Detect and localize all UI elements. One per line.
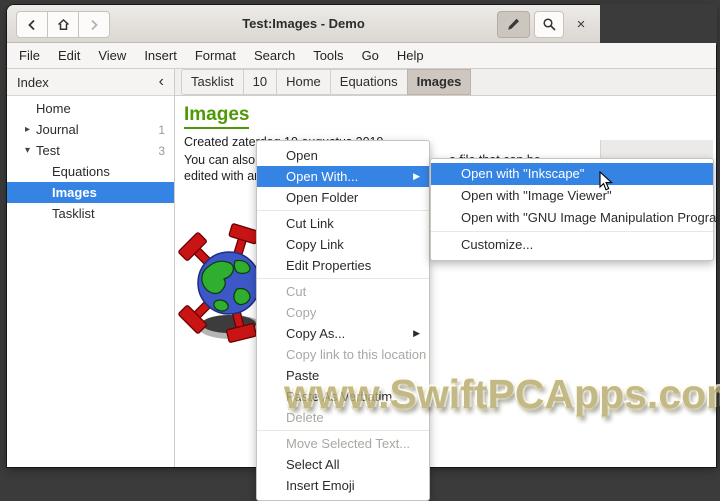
back-button[interactable] — [16, 11, 48, 38]
page-heading: Images — [184, 104, 250, 129]
sidebar-item-label: Test — [36, 143, 60, 158]
context-menu: Open Open With... ▶ Open Folder Cut Link Copy… — [256, 140, 430, 501]
sidebar-item-equations[interactable]: Equations — [7, 161, 174, 182]
home-icon — [57, 18, 69, 30]
index-header: Index ‹ — [7, 69, 174, 96]
menubar-item-tools[interactable]: Tools — [304, 43, 352, 68]
menu-item-delete: Delete — [286, 410, 324, 425]
menubar-item-search[interactable]: Search — [245, 43, 304, 68]
forward-button[interactable] — [78, 11, 110, 38]
menu-item-open-with-gnu-image-manipulation-program[interactable]: Open with "GNU Image Manipulation Progra… — [431, 207, 720, 229]
expander-collapsed-icon[interactable]: ▸ — [21, 124, 34, 135]
submenu-arrow-icon: ▶ — [413, 328, 420, 338]
close-icon: × — [576, 16, 586, 33]
sidebar-item-tasklist[interactable]: Tasklist — [7, 203, 174, 224]
menu-item-paste-as-verbatim[interactable]: Paste As Verbatim — [257, 386, 429, 407]
menubar-item-edit[interactable]: Edit — [49, 43, 89, 68]
tab-10[interactable]: 10 — [242, 69, 278, 95]
search-button[interactable] — [534, 11, 564, 38]
tab-home[interactable]: Home — [276, 69, 331, 95]
pencil-icon — [508, 18, 519, 30]
menubar-item-view[interactable]: View — [89, 43, 135, 68]
menu-item-open-with-image-viewer[interactable]: Open with "Image Viewer" — [431, 185, 713, 207]
menu-separator — [257, 210, 429, 211]
menu-separator — [257, 278, 429, 279]
menu-item-open-with[interactable]: Open With... ▶ — [257, 166, 429, 187]
home-button[interactable] — [47, 11, 79, 38]
submenu-arrow-icon: ▶ — [413, 171, 420, 181]
index-sidebar: Index ‹ Home ▸ Journal 1 ▾ Test 3 Equations Imag… — [7, 69, 175, 467]
menu-item-paste[interactable]: Paste — [257, 365, 429, 386]
menu-separator — [431, 231, 713, 232]
paragraph-fragment: edited with any — [184, 169, 268, 183]
menu-item-open-with-inkscape[interactable]: Open with "Inkscape" — [431, 163, 713, 185]
page-count-badge: 3 — [158, 143, 165, 158]
back-icon — [28, 19, 35, 30]
menu-item-select-all[interactable]: Select All — [257, 454, 429, 475]
sidebar-item-journal[interactable]: ▸ Journal 1 — [7, 119, 174, 140]
popup-shadow-band — [600, 140, 713, 158]
screenshot-dark-corner — [600, 4, 717, 45]
sidebar-item-images[interactable]: Images — [7, 182, 174, 203]
sidebar-item-label: Home — [36, 101, 71, 116]
index-title: Index — [17, 74, 49, 90]
page-count-badge: 1 — [158, 122, 165, 137]
menu-item-copy-link-to-this-location: Copy link to this location — [286, 347, 427, 362]
menubar-item-go[interactable]: Go — [353, 43, 388, 68]
menu-item-copy: Copy — [286, 305, 317, 320]
sidebar-item-label: Equations — [52, 164, 110, 179]
menu-item-open[interactable]: Open — [257, 145, 429, 166]
menu-separator — [257, 430, 429, 431]
menubar-item-format[interactable]: Format — [186, 43, 245, 68]
menubar-item-help[interactable]: Help — [388, 43, 433, 68]
menu-item-edit-properties[interactable]: Edit Properties — [257, 255, 429, 276]
pathbar-tabs: Tasklist 10 Home Equations Images — [175, 69, 716, 96]
menu-item-customize[interactable]: Customize... — [431, 234, 713, 256]
tab-tasklist[interactable]: Tasklist — [181, 69, 244, 95]
globe-image[interactable] — [177, 205, 259, 361]
tab-images[interactable]: Images — [406, 69, 472, 95]
history-nav-group — [16, 11, 110, 38]
sidebar-item-label: Journal — [36, 122, 79, 137]
open-with-submenu: Open with "Inkscape" Open with "Image Vie… — [430, 158, 720, 261]
sidebar-item-home[interactable]: Home — [7, 98, 174, 119]
sidebar-item-label: Images — [52, 185, 97, 200]
menu-item-move-selected-text: Move Selected Text... — [286, 436, 411, 451]
menubar-item-file[interactable]: File — [10, 43, 49, 68]
titlebar: Test:Images - Demo × — [7, 5, 600, 43]
menu-item-open-folder[interactable]: Open Folder — [257, 187, 429, 208]
tab-equations[interactable]: Equations — [329, 69, 408, 95]
sidebar-item-label: Tasklist — [52, 206, 95, 221]
toggle-edit-button[interactable] — [497, 11, 530, 38]
page-index-tree: Home ▸ Journal 1 ▾ Test 3 Equations Images Taskli… — [7, 96, 174, 467]
forward-icon — [91, 19, 98, 30]
menubar: File Edit View Insert Format Search Tools Go Hel… — [7, 43, 716, 69]
menu-item-cut-link[interactable]: Cut Link — [257, 213, 429, 234]
menu-item-cut: Cut — [286, 284, 307, 299]
menu-item-copy-as[interactable]: Copy As... ▶ — [257, 323, 429, 344]
mouse-cursor — [599, 171, 614, 191]
close-button[interactable]: × — [568, 11, 594, 38]
sidebar-item-test[interactable]: ▾ Test 3 — [7, 140, 174, 161]
expander-expanded-icon[interactable]: ▾ — [21, 145, 34, 156]
collapse-sidebar-button[interactable]: ‹ — [159, 74, 164, 90]
menubar-item-insert[interactable]: Insert — [135, 43, 186, 68]
menu-item-copy-link[interactable]: Copy Link — [257, 234, 429, 255]
menu-item-insert-emoji[interactable]: Insert Emoji — [257, 475, 429, 496]
search-icon — [542, 18, 556, 31]
